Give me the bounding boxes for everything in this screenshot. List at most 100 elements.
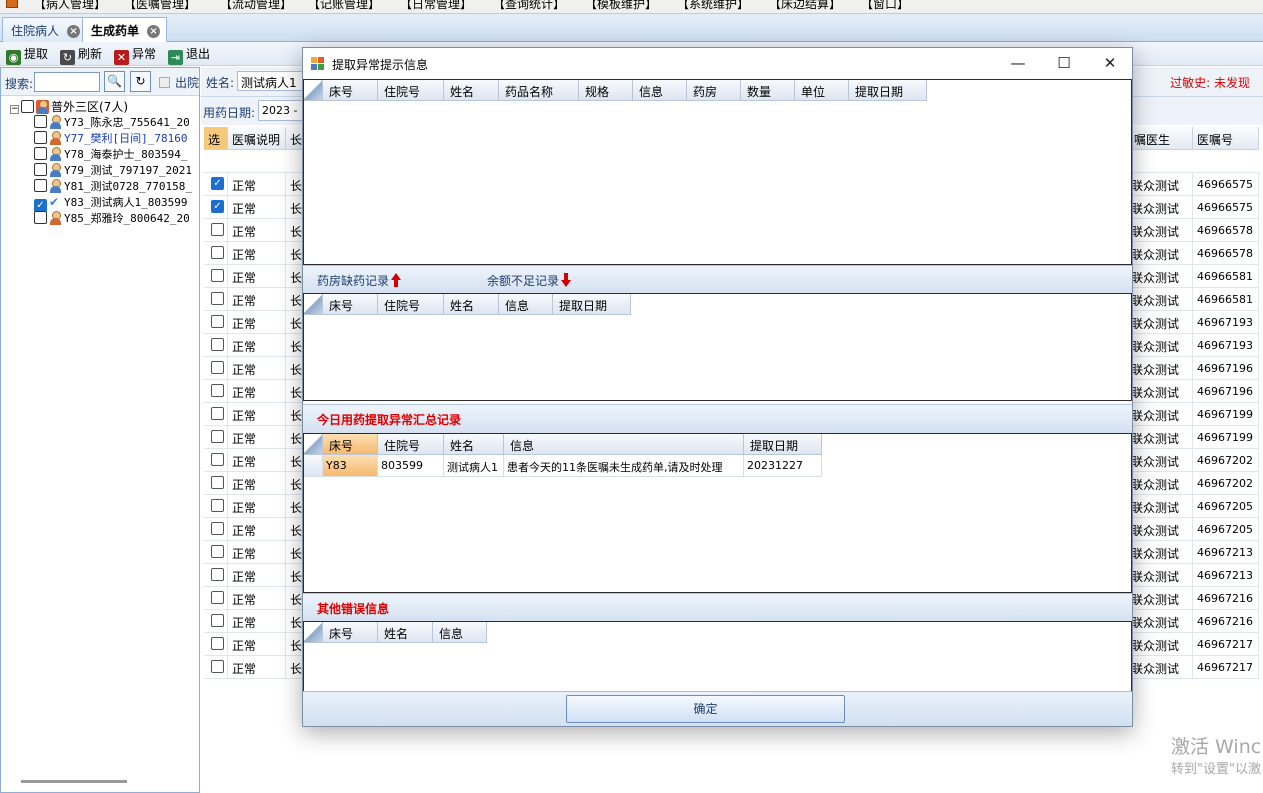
column-header[interactable]: 提取日期 [849, 80, 927, 101]
row-select-cell[interactable] [204, 449, 228, 472]
row-checkbox[interactable] [211, 384, 224, 397]
row-checkbox[interactable] [211, 660, 224, 673]
row-checkbox[interactable] [211, 453, 224, 466]
row-select-cell[interactable] [204, 495, 228, 518]
column-header[interactable]: 床号 [323, 80, 378, 101]
row-select-cell[interactable] [204, 380, 228, 403]
column-header[interactable]: 床号 [323, 434, 378, 455]
row-checkbox[interactable] [211, 407, 224, 420]
row-select-cell[interactable]: ✓ [204, 196, 228, 219]
row-checkbox[interactable] [211, 637, 224, 650]
row-select-cell[interactable] [204, 357, 228, 380]
tree-node-patient[interactable]: Y85_郑雅玲_800642_20 [34, 210, 190, 226]
row-select-cell[interactable] [204, 265, 228, 288]
row-select-cell[interactable] [204, 610, 228, 633]
tab-inpatients[interactable]: 住院病人 × [2, 17, 88, 42]
patient-checkbox[interactable] [34, 163, 47, 176]
patient-checkbox[interactable] [34, 179, 47, 192]
tree-node-patient[interactable]: Y79_测试_797197_2021 [34, 162, 192, 178]
menu-window[interactable]: 【窗口】 [861, 0, 909, 12]
menu-daily[interactable]: 【日常管理】 [400, 0, 472, 12]
row-checkbox[interactable] [211, 269, 224, 282]
row-checkbox[interactable]: ✓ [211, 177, 224, 190]
abnormal-button[interactable]: ✕ 异常 [114, 45, 156, 65]
patient-checkbox[interactable] [34, 131, 47, 144]
close-button[interactable]: ✕ [1087, 48, 1133, 79]
collapse-icon[interactable]: − [10, 105, 19, 114]
refresh-button[interactable]: ↻ 刷新 [60, 45, 102, 65]
exit-button[interactable]: ⇥ 退出 [168, 45, 210, 65]
tree-refresh-button[interactable]: ↻ [130, 71, 151, 92]
row-checkbox[interactable] [211, 246, 224, 259]
table-row[interactable]: Y83 803599 测试病人1 患者今天的11条医嘱未生成药单,请及时处理 20231… [304, 455, 822, 477]
row-select-cell[interactable] [204, 656, 228, 679]
pharmacy-shortage-label[interactable]: 药房缺药记录 [317, 272, 402, 289]
column-header[interactable]: 信息 [633, 80, 687, 101]
tree-node-patient[interactable]: Y81_测试0728_770158_ [34, 178, 192, 194]
menu-patient[interactable]: 【病人管理】 [34, 0, 106, 12]
row-checkbox[interactable]: ✓ [211, 200, 224, 213]
row-checkbox[interactable] [211, 591, 224, 604]
row-checkbox[interactable] [211, 499, 224, 512]
row-select-cell[interactable] [204, 541, 228, 564]
column-header[interactable]: 信息 [433, 622, 487, 643]
column-header[interactable]: 提取日期 [553, 294, 631, 315]
column-header[interactable]: 姓名 [444, 294, 499, 315]
ok-button[interactable]: 确定 [566, 695, 845, 723]
row-select-cell[interactable]: ✓ [204, 173, 228, 196]
close-icon[interactable]: × [67, 25, 81, 38]
row-select-cell[interactable] [204, 633, 228, 656]
balance-insufficient-label[interactable]: 余额不足记录 [487, 272, 572, 289]
row-select-cell[interactable] [204, 242, 228, 265]
row-checkbox[interactable] [211, 522, 224, 535]
menu-template[interactable]: 【模板维护】 [585, 0, 657, 12]
tree-node-patient[interactable]: ✓ ✔ Y83_测试病人1_803599 [34, 194, 187, 212]
row-select-cell[interactable] [204, 334, 228, 357]
row-checkbox[interactable] [211, 315, 224, 328]
discharged-checkbox[interactable] [159, 77, 170, 88]
row-select-cell[interactable] [204, 564, 228, 587]
row-select-cell[interactable] [204, 219, 228, 242]
menu-query[interactable]: 【查询统计】 [493, 0, 565, 12]
menu-bedside[interactable]: 【床边结算】 [769, 0, 841, 12]
row-select-cell[interactable] [204, 288, 228, 311]
row-select-cell[interactable] [204, 587, 228, 610]
tab-generate-drug-list[interactable]: 生成药单 × [82, 17, 168, 43]
row-select-cell[interactable] [204, 426, 228, 449]
column-header[interactable]: 提取日期 [744, 434, 822, 455]
col-doctor[interactable]: 嘱医生 [1130, 127, 1193, 150]
column-header[interactable]: 床号 [323, 622, 378, 643]
fetch-button[interactable]: ◉ 提取 [6, 45, 48, 65]
row-checkbox[interactable] [211, 614, 224, 627]
col-select[interactable]: 选 [204, 127, 228, 150]
column-header[interactable]: 姓名 [444, 434, 504, 455]
menu-flow[interactable]: 【流动管理】 [220, 0, 292, 12]
row-checkbox[interactable] [211, 292, 224, 305]
patient-checkbox[interactable] [34, 115, 47, 128]
column-header[interactable]: 信息 [504, 434, 744, 455]
menu-orders[interactable]: 【医嘱管理】 [124, 0, 196, 12]
horizontal-scrollbar[interactable] [21, 780, 127, 783]
column-header[interactable]: 住院号 [378, 294, 444, 315]
column-header[interactable]: 住院号 [378, 434, 444, 455]
row-checkbox[interactable] [211, 361, 224, 374]
column-header[interactable]: 药品名称 [499, 80, 579, 101]
column-header[interactable]: 姓名 [378, 622, 433, 643]
column-header[interactable]: 药房 [687, 80, 741, 101]
column-header[interactable]: 规格 [579, 80, 633, 101]
column-header[interactable]: 姓名 [444, 80, 499, 101]
tree-node-patient[interactable]: Y77_樊利[日间]_78160 [34, 130, 187, 146]
menu-system[interactable]: 【系统维护】 [677, 0, 749, 12]
patient-checkbox[interactable] [34, 147, 47, 160]
search-input[interactable] [34, 72, 100, 92]
ward-checkbox[interactable] [21, 100, 34, 113]
patient-checkbox[interactable] [34, 211, 47, 224]
close-icon[interactable]: × [147, 25, 161, 38]
column-header[interactable]: 信息 [499, 294, 553, 315]
row-select-cell[interactable] [204, 472, 228, 495]
row-checkbox[interactable] [211, 476, 224, 489]
column-header[interactable]: 单位 [795, 80, 849, 101]
row-checkbox[interactable] [211, 223, 224, 236]
row-checkbox[interactable] [211, 338, 224, 351]
menu-billing[interactable]: 【记账管理】 [308, 0, 380, 12]
